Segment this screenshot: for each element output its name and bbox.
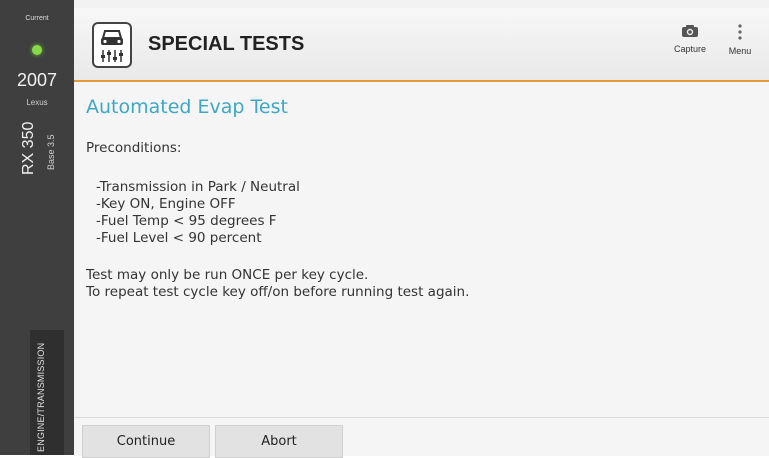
current-label: Current <box>25 15 49 22</box>
test-instructions: Preconditions: -Transmission in Park / N… <box>86 140 469 301</box>
vehicle-year: 2007 <box>16 70 58 90</box>
preconditions-label: Preconditions: <box>86 140 182 156</box>
vehicle-sidebar: Current 2007 Lexus RX 350 Base 3.5 ENGIN… <box>0 0 74 455</box>
continue-button[interactable]: Continue <box>82 425 210 458</box>
camera-icon <box>682 25 698 37</box>
abort-button[interactable]: Abort <box>215 425 343 458</box>
test-content: Automated Evap Test Preconditions: -Tran… <box>74 82 769 417</box>
status-indicator-icon <box>32 45 42 55</box>
test-title: Automated Evap Test <box>86 96 288 118</box>
condition-item: -Fuel Level < 90 percent <box>96 230 262 246</box>
top-strip <box>74 0 769 8</box>
more-vert-icon <box>738 24 742 40</box>
car-tools-icon <box>92 22 132 68</box>
condition-item: -Key ON, Engine OFF <box>96 196 236 212</box>
capture-button[interactable]: Capture <box>665 24 715 64</box>
condition-item: -Transmission in Park / Neutral <box>96 179 300 195</box>
app-header: SPECIAL TESTS Capture Menu <box>74 8 769 82</box>
capture-label: Capture <box>673 44 707 54</box>
system-tab-label: ENGINE/TRANSMISSION <box>36 342 46 452</box>
condition-item: -Fuel Temp < 95 degrees F <box>96 213 277 229</box>
menu-label: Menu <box>728 46 752 56</box>
vehicle-model: RX 350 <box>20 121 37 175</box>
page-header-title: SPECIAL TESTS <box>148 33 305 55</box>
note-line-1: Test may only be run ONCE per key cycle. <box>86 267 369 283</box>
vehicle-engine: Base 3.5 <box>46 134 56 170</box>
conditions-list: -Transmission in Park / Neutral -Key ON,… <box>86 179 469 247</box>
note-line-2: To repeat test cycle key off/on before r… <box>86 284 470 300</box>
menu-button[interactable]: Menu <box>715 24 765 64</box>
vehicle-make: Lexus <box>26 98 48 107</box>
action-bar: Continue Abort <box>74 417 769 458</box>
